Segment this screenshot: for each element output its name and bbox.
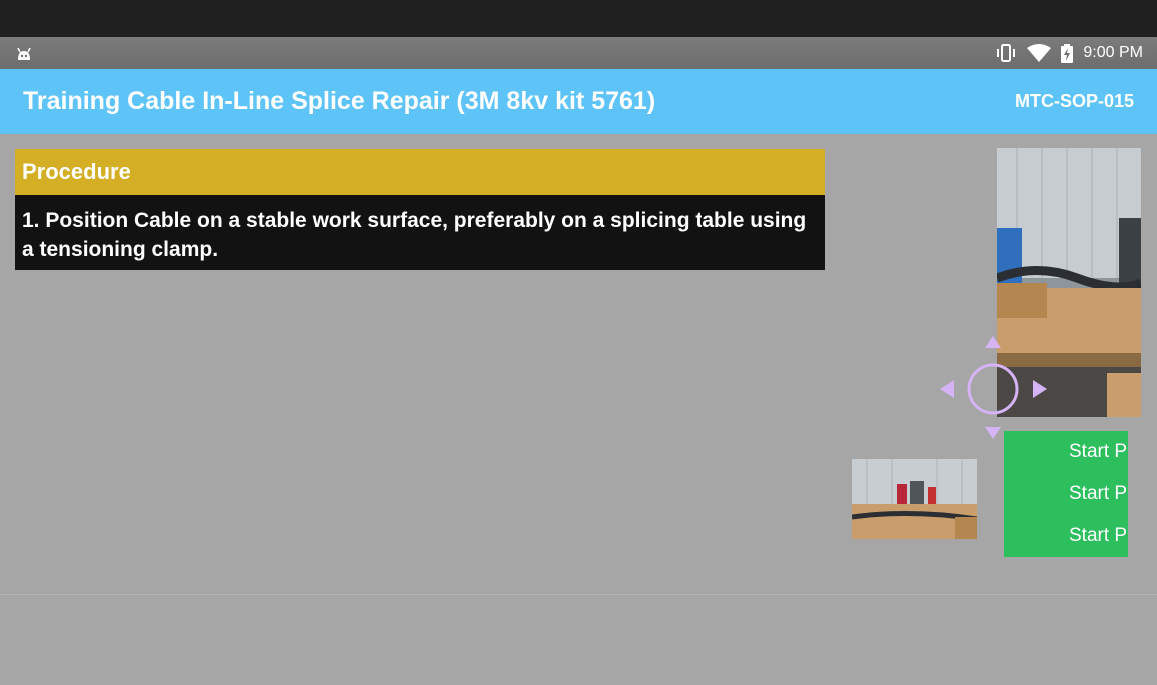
- sop-code: MTC-SOP-015: [1014, 91, 1134, 111]
- wifi-icon: [1027, 44, 1052, 62]
- arrow-up-icon: [985, 336, 1001, 348]
- start-button-1[interactable]: Start P: [1069, 441, 1127, 463]
- battery-charging-icon: [1061, 43, 1074, 63]
- start-button-2[interactable]: Start P: [1069, 483, 1127, 505]
- procedure-header: Procedure: [15, 149, 825, 195]
- procedure-step-text: 1. Position Cable on a stable work surfa…: [15, 195, 825, 270]
- joystick-control[interactable]: [936, 331, 1052, 441]
- status-time: 9:00 PM: [1083, 44, 1143, 61]
- bottom-divider: [0, 594, 1157, 595]
- workshop-thumbnail-image: [852, 459, 977, 539]
- arrow-down-icon: [985, 427, 1001, 439]
- start-button-3[interactable]: Start P: [1069, 525, 1127, 547]
- arrow-left-icon: [940, 380, 954, 398]
- arrow-right-icon: [1033, 380, 1047, 398]
- start-button-panel: Start P Start P Start P: [1004, 431, 1128, 557]
- app-bar: Training Cable In-Line Splice Repair (3M…: [0, 69, 1157, 134]
- status-bar: 9:00 PM: [0, 37, 1157, 69]
- page-title: Training Cable In-Line Splice Repair (3M…: [23, 87, 656, 115]
- vibrate-icon: [997, 44, 1016, 62]
- android-robot-icon: [17, 47, 31, 60]
- joystick-ring-icon: [967, 363, 1019, 415]
- main-content: Procedure 1. Position Cable on a stable …: [0, 134, 1157, 685]
- procedure-thumbnail[interactable]: [852, 459, 977, 539]
